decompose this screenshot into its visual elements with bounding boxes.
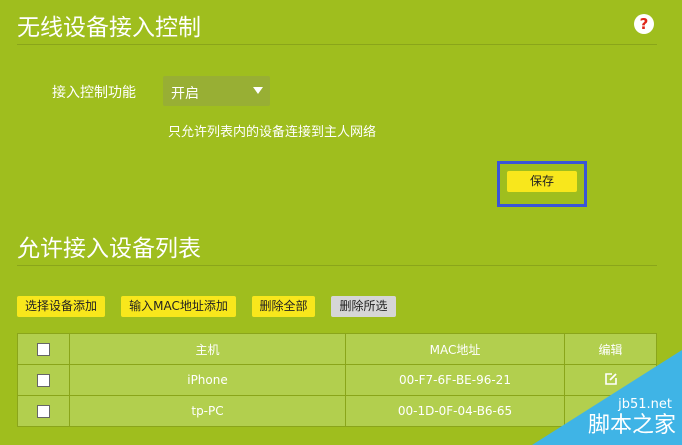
delete-all-button[interactable]: 删除全部 xyxy=(252,296,315,317)
select-all-checkbox[interactable] xyxy=(37,343,50,356)
chevron-down-icon xyxy=(253,87,263,94)
mac-cell: 00-F7-6F-BE-96-21 xyxy=(345,364,565,396)
host-cell: iPhone xyxy=(69,364,346,396)
edit-icon[interactable] xyxy=(604,372,618,389)
column-edit: 编辑 xyxy=(564,333,657,365)
row-checkbox[interactable] xyxy=(37,374,50,387)
table-row: iPhone 00-F7-6F-BE-96-21 xyxy=(17,364,657,396)
mac-cell: 00-1D-0F-04-B6-65 xyxy=(345,395,565,427)
divider xyxy=(17,265,657,266)
divider xyxy=(17,44,657,45)
watermark-name: 脚本之家 xyxy=(587,413,676,438)
table-header: 主机 MAC地址 编辑 xyxy=(17,333,657,365)
add-mac-button[interactable]: 输入MAC地址添加 xyxy=(121,296,236,317)
access-control-select[interactable]: 开启 xyxy=(163,76,270,106)
description-text: 只允许列表内的设备连接到主人网络 xyxy=(168,125,377,140)
access-control-label: 接入控制功能 xyxy=(52,85,136,101)
save-button[interactable]: 保存 xyxy=(507,171,577,192)
delete-selected-button[interactable]: 删除所选 xyxy=(331,296,396,317)
device-table: 主机 MAC地址 编辑 iPhone 00-F7-6F-BE-96-21 tp-… xyxy=(17,333,657,427)
section-title: 允许接入设备列表 xyxy=(17,236,201,262)
host-cell: tp-PC xyxy=(69,395,346,427)
column-mac: MAC地址 xyxy=(345,333,565,365)
selected-value: 开启 xyxy=(171,86,199,102)
column-host: 主机 xyxy=(69,333,346,365)
help-icon[interactable]: ? xyxy=(634,14,654,34)
select-device-add-button[interactable]: 选择设备添加 xyxy=(17,296,105,317)
table-row: tp-PC 00-1D-0F-04-B6-65 xyxy=(17,395,657,427)
row-checkbox[interactable] xyxy=(37,405,50,418)
page-title: 无线设备接入控制 xyxy=(17,15,201,41)
